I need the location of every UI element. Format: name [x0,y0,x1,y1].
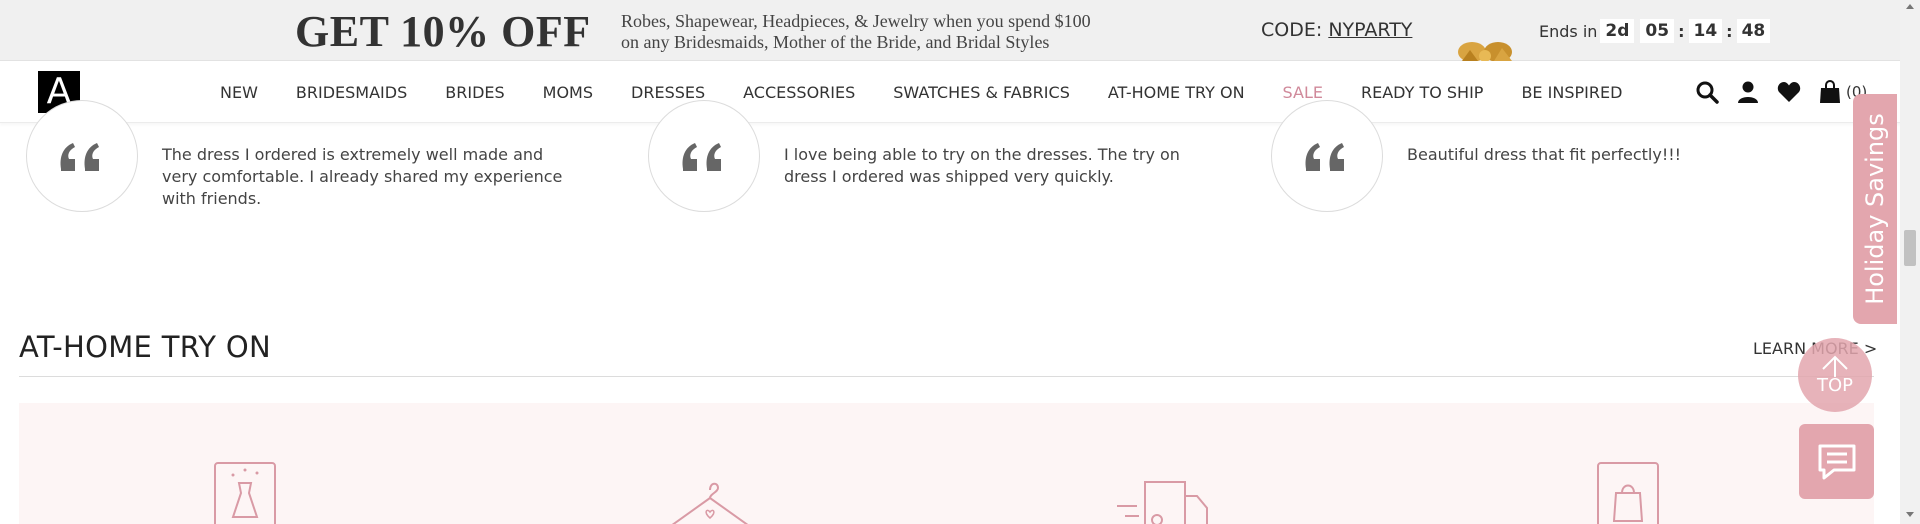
countdown-hours: 05 [1640,19,1675,43]
shopping-bag-card-icon [1596,461,1660,524]
promo-code-label: CODE: [1261,19,1323,41]
arrow-up-icon [1822,355,1848,377]
nav-link-brides[interactable]: BRIDES [445,83,504,102]
promo-code: CODE: NYPARTY [1261,19,1412,41]
hanger-icon [662,476,758,524]
chat-icon [1818,444,1855,479]
promo-desc-line-2: on any Bridesmaids, Mother of the Bride,… [621,32,1050,52]
chat-button[interactable] [1799,424,1874,499]
countdown-separator: : [1726,21,1733,41]
back-to-top-button[interactable]: TOP [1798,338,1872,412]
scroll-up-arrow-icon[interactable] [1906,4,1914,9]
holiday-savings-tab[interactable]: Holiday Savings [1853,94,1897,324]
promo-description: Robes, Shapewear, Headpieces, & Jewelry … [621,11,1091,53]
back-to-top-label: TOP [1816,374,1854,396]
shipping-truck-icon [1115,476,1215,524]
nav-link-accessories[interactable]: ACCESSORIES [743,83,855,102]
countdown-separator: : [1678,21,1685,41]
bag-icon[interactable] [1817,79,1843,105]
quote-icon [1271,100,1383,212]
nav-link-swatches-fabrics[interactable]: SWATCHES & FABRICS [893,83,1070,102]
promo-headline: GET 10% OFF [295,7,591,56]
countdown-seconds: 48 [1736,19,1771,43]
nav-link-ready-to-ship[interactable]: READY TO SHIP [1361,83,1483,102]
gift-bow-icon [1450,34,1526,61]
countdown-minutes: 14 [1688,19,1723,43]
quote-icon [648,100,760,212]
try-on-steps-panel [19,403,1874,524]
main-nav: A NEW BRIDESMAIDS BRIDES MOMS DRESSES AC… [0,61,1920,123]
testimonial-text: I love being able to try on the dresses.… [784,145,1180,186]
nav-icons: (0) [1694,79,1867,105]
nav-link-sale[interactable]: SALE [1283,83,1323,102]
scroll-down-arrow-icon[interactable] [1906,512,1914,517]
promo-code-value[interactable]: NYPARTY [1328,19,1412,41]
section-title: AT-HOME TRY ON [19,330,271,364]
account-icon[interactable] [1735,79,1761,105]
nav-link-be-inspired[interactable]: BE INSPIRED [1521,83,1622,102]
countdown-days: 2d [1600,19,1635,43]
nav-link-bridesmaids[interactable]: BRIDESMAIDS [296,83,407,102]
quote-icon [26,100,138,212]
nav-link-at-home-try-on[interactable]: AT-HOME TRY ON [1108,83,1245,102]
testimonial-text: Beautiful dress that fit perfectly!!! [1407,145,1682,164]
dress-card-icon [213,461,277,524]
section-divider [19,376,1874,377]
nav-link-dresses[interactable]: DRESSES [631,83,705,102]
countdown-timer: Ends in 2d 05 : 14 : 48 [1539,19,1773,43]
nav-links: NEW BRIDESMAIDS BRIDES MOMS DRESSES ACCE… [220,83,1660,102]
promo-desc-line-1: Robes, Shapewear, Headpieces, & Jewelry … [621,11,1091,31]
holiday-savings-label: Holiday Savings [1861,113,1890,305]
wishlist-icon[interactable] [1776,79,1802,105]
promo-banner[interactable]: GET 10% OFF Robes, Shapewear, Headpieces… [0,0,1920,61]
page-scrollbar[interactable] [1900,0,1920,524]
testimonial-text: The dress I ordered is extremely well ma… [162,145,563,208]
nav-link-moms[interactable]: MOMS [543,83,593,102]
nav-link-new[interactable]: NEW [220,83,258,102]
scroll-thumb[interactable] [1904,230,1916,266]
search-icon[interactable] [1694,79,1720,105]
countdown-label: Ends in [1539,21,1598,41]
